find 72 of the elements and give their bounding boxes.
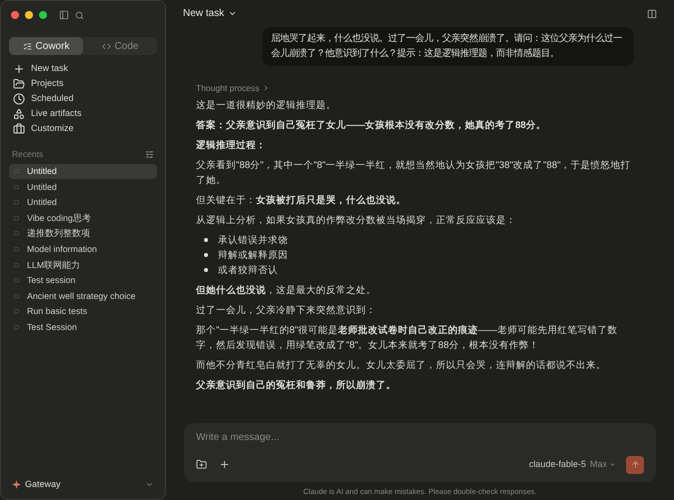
search-icon[interactable] <box>75 10 84 20</box>
bullet-text: 辩解或解释原因 <box>218 248 288 263</box>
chat-icon <box>14 294 19 299</box>
bullet-text: 或者狡辩否认 <box>218 264 278 278</box>
mode-tab[interactable]: Code <box>83 37 157 55</box>
reply-paragraph: 那个"一半绿一半红的8"很可能是老师批改试卷时自己改正的痕迹——老师可能先用红笔写错了数字，然后发现错误，用绿笔改成了"8"。女儿本来就考了88分，根本没有作弊！ <box>196 324 618 353</box>
shapes-icon <box>13 108 25 120</box>
recent-item[interactable]: Untitled <box>9 194 157 211</box>
chat-icon <box>14 324 19 330</box>
nav-item[interactable]: Projects <box>9 76 157 91</box>
message-input[interactable]: Write a message... <box>196 430 644 445</box>
thought-process-toggle[interactable]: Thought process <box>196 82 270 95</box>
recent-item[interactable]: Run basic tests <box>9 304 157 320</box>
bullet-icon <box>204 238 208 242</box>
recent-item[interactable]: 递推数列整数项 <box>9 226 157 242</box>
chat-icon <box>14 262 19 268</box>
chat-icon <box>14 216 19 221</box>
reply-paragraph: 这是一道很精妙的逻辑推理题。 <box>196 98 337 113</box>
clock-icon <box>13 92 25 104</box>
recents-heading: Recents <box>12 148 44 161</box>
chat-icon <box>14 184 19 190</box>
nav-item[interactable]: New task <box>9 61 157 76</box>
recent-item[interactable]: Model information <box>9 242 157 258</box>
reply-paragraph: 答案：父亲意识到自己冤枉了女儿——女孩根本没有改分数，她真的考了88分。 <box>196 118 547 133</box>
nav-item[interactable]: Scheduled <box>9 91 157 106</box>
reply-paragraph: 但关键在于：女孩被打后只是哭，什么也没说。 <box>196 194 407 208</box>
model-name[interactable]: claude-fable-5 <box>528 458 586 472</box>
account-name[interactable]: Gateway <box>25 478 61 491</box>
filter-icon[interactable] <box>145 150 154 159</box>
recent-item[interactable]: Ancient well strategy choice <box>9 288 157 304</box>
chat-icon <box>14 278 19 284</box>
recent-item[interactable]: Untitled <box>9 179 157 195</box>
effort-selector[interactable]: Max <box>590 458 616 472</box>
bullet-icon <box>204 253 208 258</box>
chat-icon <box>14 231 19 236</box>
arrow-up-icon <box>630 460 640 470</box>
burst-icon <box>12 480 21 489</box>
recent-item[interactable]: Untitled <box>9 164 157 180</box>
reply-paragraph: 从逻辑上分析，如果女孩真的作弊改分数被当场揭穿，正常反应应该是： <box>196 214 517 228</box>
send-button[interactable] <box>626 456 644 474</box>
reply-paragraph: 但她什么也没说，这是最大的反常之处。 <box>196 284 377 298</box>
chat-icon <box>14 247 19 252</box>
mode-tab[interactable]: Cowork <box>9 37 83 55</box>
plus-icon <box>13 62 25 74</box>
nav-item[interactable]: Live artifacts <box>9 106 157 121</box>
chat-icon <box>14 169 19 174</box>
sidebar-toggle-icon[interactable] <box>59 10 69 20</box>
bullet-text: 承认错误并求饶 <box>218 234 288 248</box>
reply-paragraph: 逻辑推理过程： <box>196 138 267 153</box>
folder-icon <box>13 78 25 90</box>
chat-icon <box>14 309 19 314</box>
folder-add-icon[interactable] <box>196 459 207 470</box>
recent-item[interactable]: Vibe coding思考 <box>9 210 157 226</box>
bullet-icon <box>204 268 208 272</box>
recent-item[interactable]: Test session <box>9 272 157 288</box>
task-title[interactable]: New task <box>183 6 238 21</box>
reply-paragraph: 父亲意识到自己的冤枉和鲁莽，所以崩溃了。 <box>196 378 397 393</box>
reply-paragraph: 而他不分青红皂白就打了无辜的女儿。女儿太委屈了，所以只会哭，连辩解的话都说不出来。 <box>196 358 607 373</box>
chevron-icon <box>609 461 616 468</box>
chevron-icon <box>228 9 238 18</box>
reply-paragraph: 过了一会儿，父亲冷静下来突然意识到： <box>196 304 377 318</box>
reply-paragraph: 父亲看到"88分"，其中一个"8"一半绿一半红，就想当然地认为女孩把"38"改成了"88"，于是愤怒地打了她。 <box>196 158 632 188</box>
chat-icon <box>14 200 19 206</box>
nav-item[interactable]: Customize <box>9 121 157 136</box>
recent-item[interactable]: Test Session <box>9 320 157 336</box>
briefcase-icon <box>13 122 25 134</box>
recent-item[interactable]: LLM联网能力 <box>9 257 157 273</box>
panel-icon[interactable] <box>647 8 657 18</box>
plus-icon[interactable] <box>219 459 230 470</box>
checklist-icon <box>22 42 32 50</box>
code-icon <box>102 42 111 50</box>
user-message: 屈地哭了起来，什么也没说。过了一会儿，父亲突然崩溃了。请问：这位父亲为什么过一会儿崩溃了？他意识到了什么？提示：这是逻辑推理题，而非情感题目。 <box>262 27 634 66</box>
